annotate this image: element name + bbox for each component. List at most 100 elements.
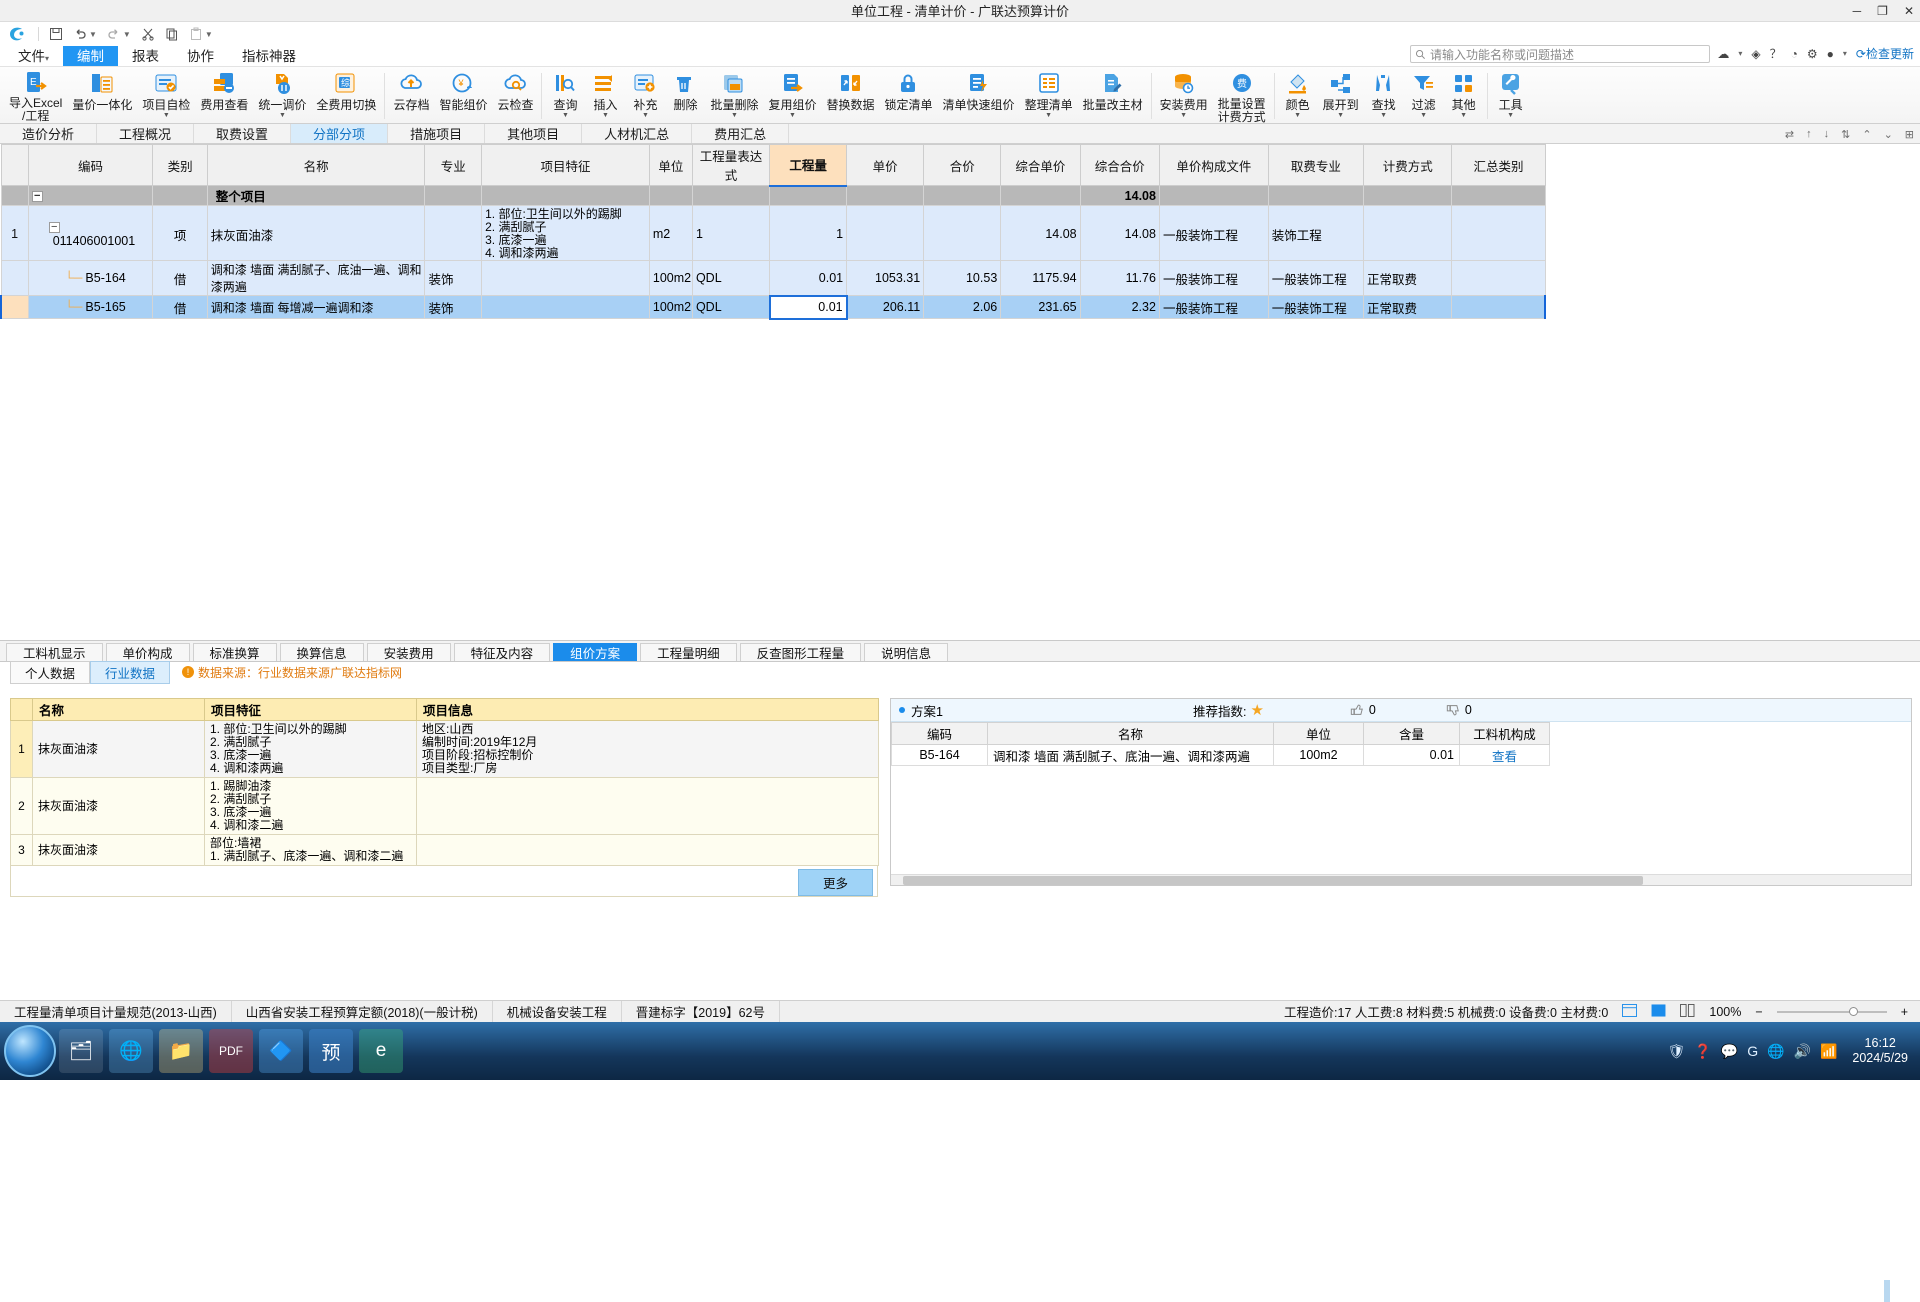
table-row[interactable]: 1 − 011406001001 项 抹灰面油漆 1. 部位:卫生间以外的踢脚 … xyxy=(0,205,1546,261)
module-tab-resource-summary[interactable]: 人材机汇总 xyxy=(582,124,693,143)
account-icon[interactable]: ● xyxy=(1827,47,1834,61)
bottom-tab-price-composition[interactable]: 单价构成 xyxy=(105,643,190,661)
horizontal-scrollbar[interactable] xyxy=(891,874,1911,885)
column-header-comprehensive-amount[interactable]: 综合合价 xyxy=(1079,144,1160,186)
pdf-icon[interactable]: PDF xyxy=(209,1029,253,1073)
bottom-tab-feature-content[interactable]: 特征及内容 xyxy=(453,643,551,661)
column-header-name[interactable]: 名称 xyxy=(987,722,1274,745)
column-header-price-file[interactable]: 单价构成文件 xyxy=(1158,144,1269,186)
module-tab-measures[interactable]: 措施项目 xyxy=(388,124,486,143)
browser-icon[interactable]: 🌐 xyxy=(109,1029,153,1073)
ribbon-button-filter[interactable]: 过滤 ▼ xyxy=(1404,69,1444,125)
column-header-unit[interactable]: 单位 xyxy=(1273,722,1364,745)
layout-icon[interactable]: ⊞ xyxy=(1905,128,1914,141)
account-dropdown-icon[interactable]: ▾ xyxy=(1843,49,1847,58)
thumbs-up-group[interactable]: 0 xyxy=(1350,703,1376,717)
clock[interactable]: 16:12 2024/5/29 xyxy=(1846,1036,1914,1066)
column-header-feature[interactable]: 项目特征 xyxy=(204,698,417,721)
undo-button[interactable]: ▼ xyxy=(73,27,97,41)
menu-item-report[interactable]: 报表 xyxy=(118,46,173,66)
ribbon-button-unified-price[interactable]: 统一调价 ▼ xyxy=(253,69,311,125)
ribbon-button-lock-list[interactable]: 锁定清单 xyxy=(880,69,938,125)
column-header-expression[interactable]: 工程量表达式 xyxy=(691,144,771,186)
ribbon-button-quick-pricing[interactable]: 清单快速组价 xyxy=(938,69,1020,125)
save-button[interactable] xyxy=(49,27,63,41)
column-header-resource-composition[interactable]: 工料机构成 xyxy=(1459,722,1550,745)
move-up-icon[interactable]: ↑ xyxy=(1806,128,1812,140)
table-row[interactable]: └─ B5-164 借 调和漆 墙面 满刮腻子、底油一遍、调和漆两遍 装饰 100… xyxy=(0,260,1546,296)
sort-icon[interactable]: ⇄ xyxy=(1785,128,1794,141)
column-header-fee-specialty[interactable]: 取费专业 xyxy=(1267,144,1365,186)
bottom-tab-install-fee[interactable]: 安装费用 xyxy=(366,643,451,661)
bottom-tab-reverse-graphic[interactable]: 反查图形工程量 xyxy=(739,643,862,661)
chevron-down-icon[interactable]: ▼ xyxy=(1180,112,1187,119)
redo-button[interactable]: ▼ xyxy=(107,27,131,41)
column-header-summary-type[interactable]: 汇总类别 xyxy=(1451,144,1546,186)
module-tab-other-items[interactable]: 其他项目 xyxy=(485,124,583,143)
table-row[interactable]: − 整个项目 14.08 xyxy=(0,185,1546,206)
column-header-fee-mode[interactable]: 计费方式 xyxy=(1362,144,1453,186)
bottom-tab-standard-conversion[interactable]: 标准换算 xyxy=(192,643,277,661)
start-button[interactable] xyxy=(4,1025,56,1077)
zoom-in-button[interactable]: + xyxy=(1901,1005,1908,1019)
cut-button[interactable] xyxy=(141,27,155,41)
tree-collapse-icon[interactable]: − xyxy=(31,190,43,202)
column-header-unit-price[interactable]: 单价 xyxy=(846,144,925,186)
help-icon[interactable]: ？ xyxy=(1770,45,1782,62)
redo-dropdown-icon[interactable]: ▼ xyxy=(123,30,131,39)
module-tab-project-overview[interactable]: 工程概况 xyxy=(97,124,195,143)
cell-quantity[interactable]: 1 xyxy=(769,205,848,261)
column-header-category[interactable]: 类别 xyxy=(152,144,208,186)
ribbon-button-delete[interactable]: 删除 xyxy=(665,69,705,125)
edge-icon[interactable]: e xyxy=(359,1029,403,1073)
chevron-down-icon[interactable]: ▼ xyxy=(602,112,609,119)
scrollbar-thumb[interactable] xyxy=(903,876,1643,885)
copy-button[interactable] xyxy=(165,27,179,41)
list-item[interactable]: 3 抹灰面油漆 部位:墙裙 1. 满刮腻子、底漆一遍、调和漆二遍 xyxy=(10,834,879,866)
history-icon[interactable]: ◔ xyxy=(1791,47,1798,61)
tree-collapse-icon[interactable]: − xyxy=(48,222,60,234)
view-link[interactable]: 查看 xyxy=(1459,744,1550,766)
cell-code[interactable]: − xyxy=(27,185,154,206)
chevron-down-icon[interactable]: ▼ xyxy=(1507,112,1514,119)
sub-tab-personal-data[interactable]: 个人数据 xyxy=(10,660,91,684)
glodon-tray-icon[interactable]: G xyxy=(1747,1043,1758,1059)
column-header-specialty[interactable]: 专业 xyxy=(424,144,483,186)
chevron-down-icon[interactable]: ▼ xyxy=(789,112,796,119)
chevron-down-icon[interactable]: ▼ xyxy=(1045,112,1052,119)
check-update-button[interactable]: ⟳检查更新 xyxy=(1856,45,1914,62)
chevron-down-icon[interactable]: ▼ xyxy=(1460,112,1467,119)
menu-item-edit[interactable]: 编制 xyxy=(63,46,119,66)
app-icon[interactable]: 🔷 xyxy=(259,1029,303,1073)
column-header-project-info[interactable]: 项目信息 xyxy=(416,698,879,721)
explorer-icon[interactable]: 🗂 xyxy=(59,1029,103,1073)
ribbon-button-cloud-check[interactable]: 云检查 xyxy=(492,69,538,125)
zoom-slider[interactable] xyxy=(1776,1006,1887,1016)
panel-resize-handle[interactable] xyxy=(1884,1280,1890,1302)
menu-item-file[interactable]: 文件▾ xyxy=(4,46,63,66)
scheme-label[interactable]: 方案1 xyxy=(911,701,943,720)
chevron-down-icon[interactable]: ▼ xyxy=(642,112,649,119)
column-header-rownum[interactable] xyxy=(0,144,29,186)
bottom-tab-resource-display[interactable]: 工料机显示 xyxy=(6,643,103,661)
bottom-tab-description[interactable]: 说明信息 xyxy=(864,643,949,661)
ribbon-button-supplement[interactable]: 补充 ▼ xyxy=(625,69,665,125)
ribbon-button-query[interactable]: 查询 ▼ xyxy=(545,69,585,125)
ribbon-button-batch-material[interactable]: 批量改主材 xyxy=(1078,69,1148,125)
ribbon-button-import-excel[interactable]: E 导入Excel /工程 ▼ xyxy=(4,69,67,130)
reorder-icon[interactable]: ⇅ xyxy=(1841,128,1850,141)
thumbs-down-group[interactable]: 0 xyxy=(1446,703,1472,717)
gear-icon[interactable]: ⚙ xyxy=(1807,47,1818,61)
cell-code[interactable]: └─ B5-165 xyxy=(27,295,154,319)
column-header-name[interactable]: 名称 xyxy=(32,698,205,721)
glodon-icon[interactable]: 预 xyxy=(309,1029,353,1073)
table-row[interactable]: B5-164 调和漆 墙面 满刮腻子、底油一遍、调和漆两遍 100m2 0.01… xyxy=(891,744,1911,766)
search-input[interactable]: 请输入功能名称或问题描述 xyxy=(1410,45,1710,63)
cell-code[interactable]: − 011406001001 xyxy=(27,205,154,261)
ribbon-button-full-fee-switch[interactable]: 综 全费用切换 xyxy=(311,69,381,125)
chevron-down-icon[interactable]: ▼ xyxy=(1380,112,1387,119)
column-header-unit[interactable]: 单位 xyxy=(648,144,693,186)
cloud-icon[interactable]: ☁ xyxy=(1717,47,1729,61)
module-tab-subsection[interactable]: 分部分项 xyxy=(291,124,389,143)
ribbon-button-color[interactable]: 颜色 ▼ xyxy=(1278,69,1318,125)
